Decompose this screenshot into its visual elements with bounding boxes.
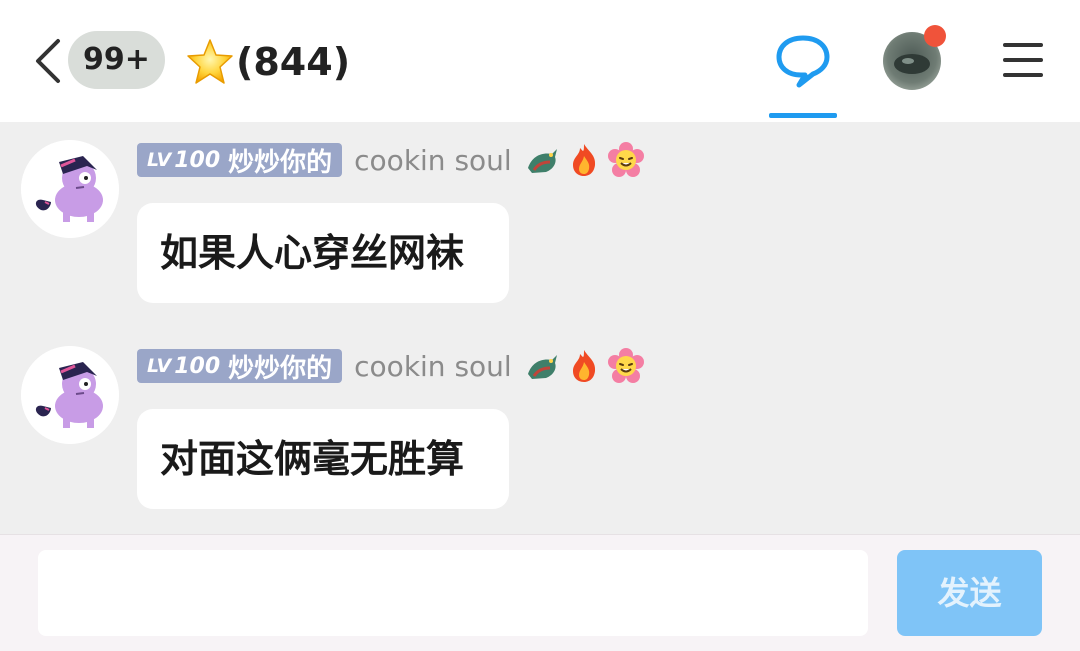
fire-badge-icon	[572, 350, 595, 382]
level-tag: LV 100 炒炒你的	[137, 349, 343, 384]
top-bar: 99+ (844)	[0, 0, 1080, 122]
message-input[interactable]	[38, 550, 868, 636]
back-button[interactable]	[30, 38, 70, 84]
level-number: 100	[174, 147, 221, 173]
message-meta: LV 100 炒炒你的 cookin soul	[137, 140, 650, 180]
level-prefix: LV	[147, 149, 172, 171]
user-avatar-button[interactable]	[882, 25, 946, 91]
pony-avatar-icon	[21, 346, 119, 444]
chevron-left-icon	[36, 39, 60, 83]
tab-chat[interactable]	[769, 30, 837, 118]
sender-avatar[interactable]	[21, 140, 119, 238]
level-prefix: LV	[147, 355, 172, 377]
flower-badge-icon	[607, 348, 644, 383]
dragon-badge-icon	[527, 149, 557, 173]
sender-avatar[interactable]	[21, 346, 119, 444]
star-icon	[187, 39, 233, 84]
dragon-badge-icon	[527, 355, 557, 379]
pony-avatar-icon	[21, 140, 119, 238]
username[interactable]: cookin soul	[354, 144, 512, 177]
member-count[interactable]: (844)	[186, 36, 350, 88]
username[interactable]: cookin soul	[354, 350, 512, 383]
hamburger-menu-icon	[1003, 43, 1043, 77]
send-button[interactable]: 发送	[897, 550, 1042, 636]
fire-badge-icon	[572, 144, 595, 176]
level-title: 炒炒你的	[228, 353, 333, 384]
composer-bar: 发送	[0, 534, 1080, 651]
notification-dot	[924, 25, 946, 47]
flower-badge-icon	[607, 142, 644, 177]
level-title: 炒炒你的	[228, 147, 333, 178]
message-meta: LV 100 炒炒你的 cookin soul	[137, 346, 650, 386]
active-tab-indicator	[769, 113, 837, 118]
message-bubble[interactable]: 对面这俩毫无胜算	[137, 409, 509, 509]
chat-bubble-icon	[776, 35, 830, 88]
member-count-text: (844)	[236, 40, 351, 84]
level-number: 100	[174, 353, 221, 379]
message-bubble[interactable]: 如果人心穿丝网袜	[137, 203, 509, 303]
badge-list	[524, 348, 650, 384]
badge-list	[524, 142, 650, 178]
menu-button[interactable]	[1002, 42, 1044, 78]
unread-count-badge[interactable]: 99+	[68, 31, 165, 89]
level-tag: LV 100 炒炒你的	[137, 143, 343, 178]
